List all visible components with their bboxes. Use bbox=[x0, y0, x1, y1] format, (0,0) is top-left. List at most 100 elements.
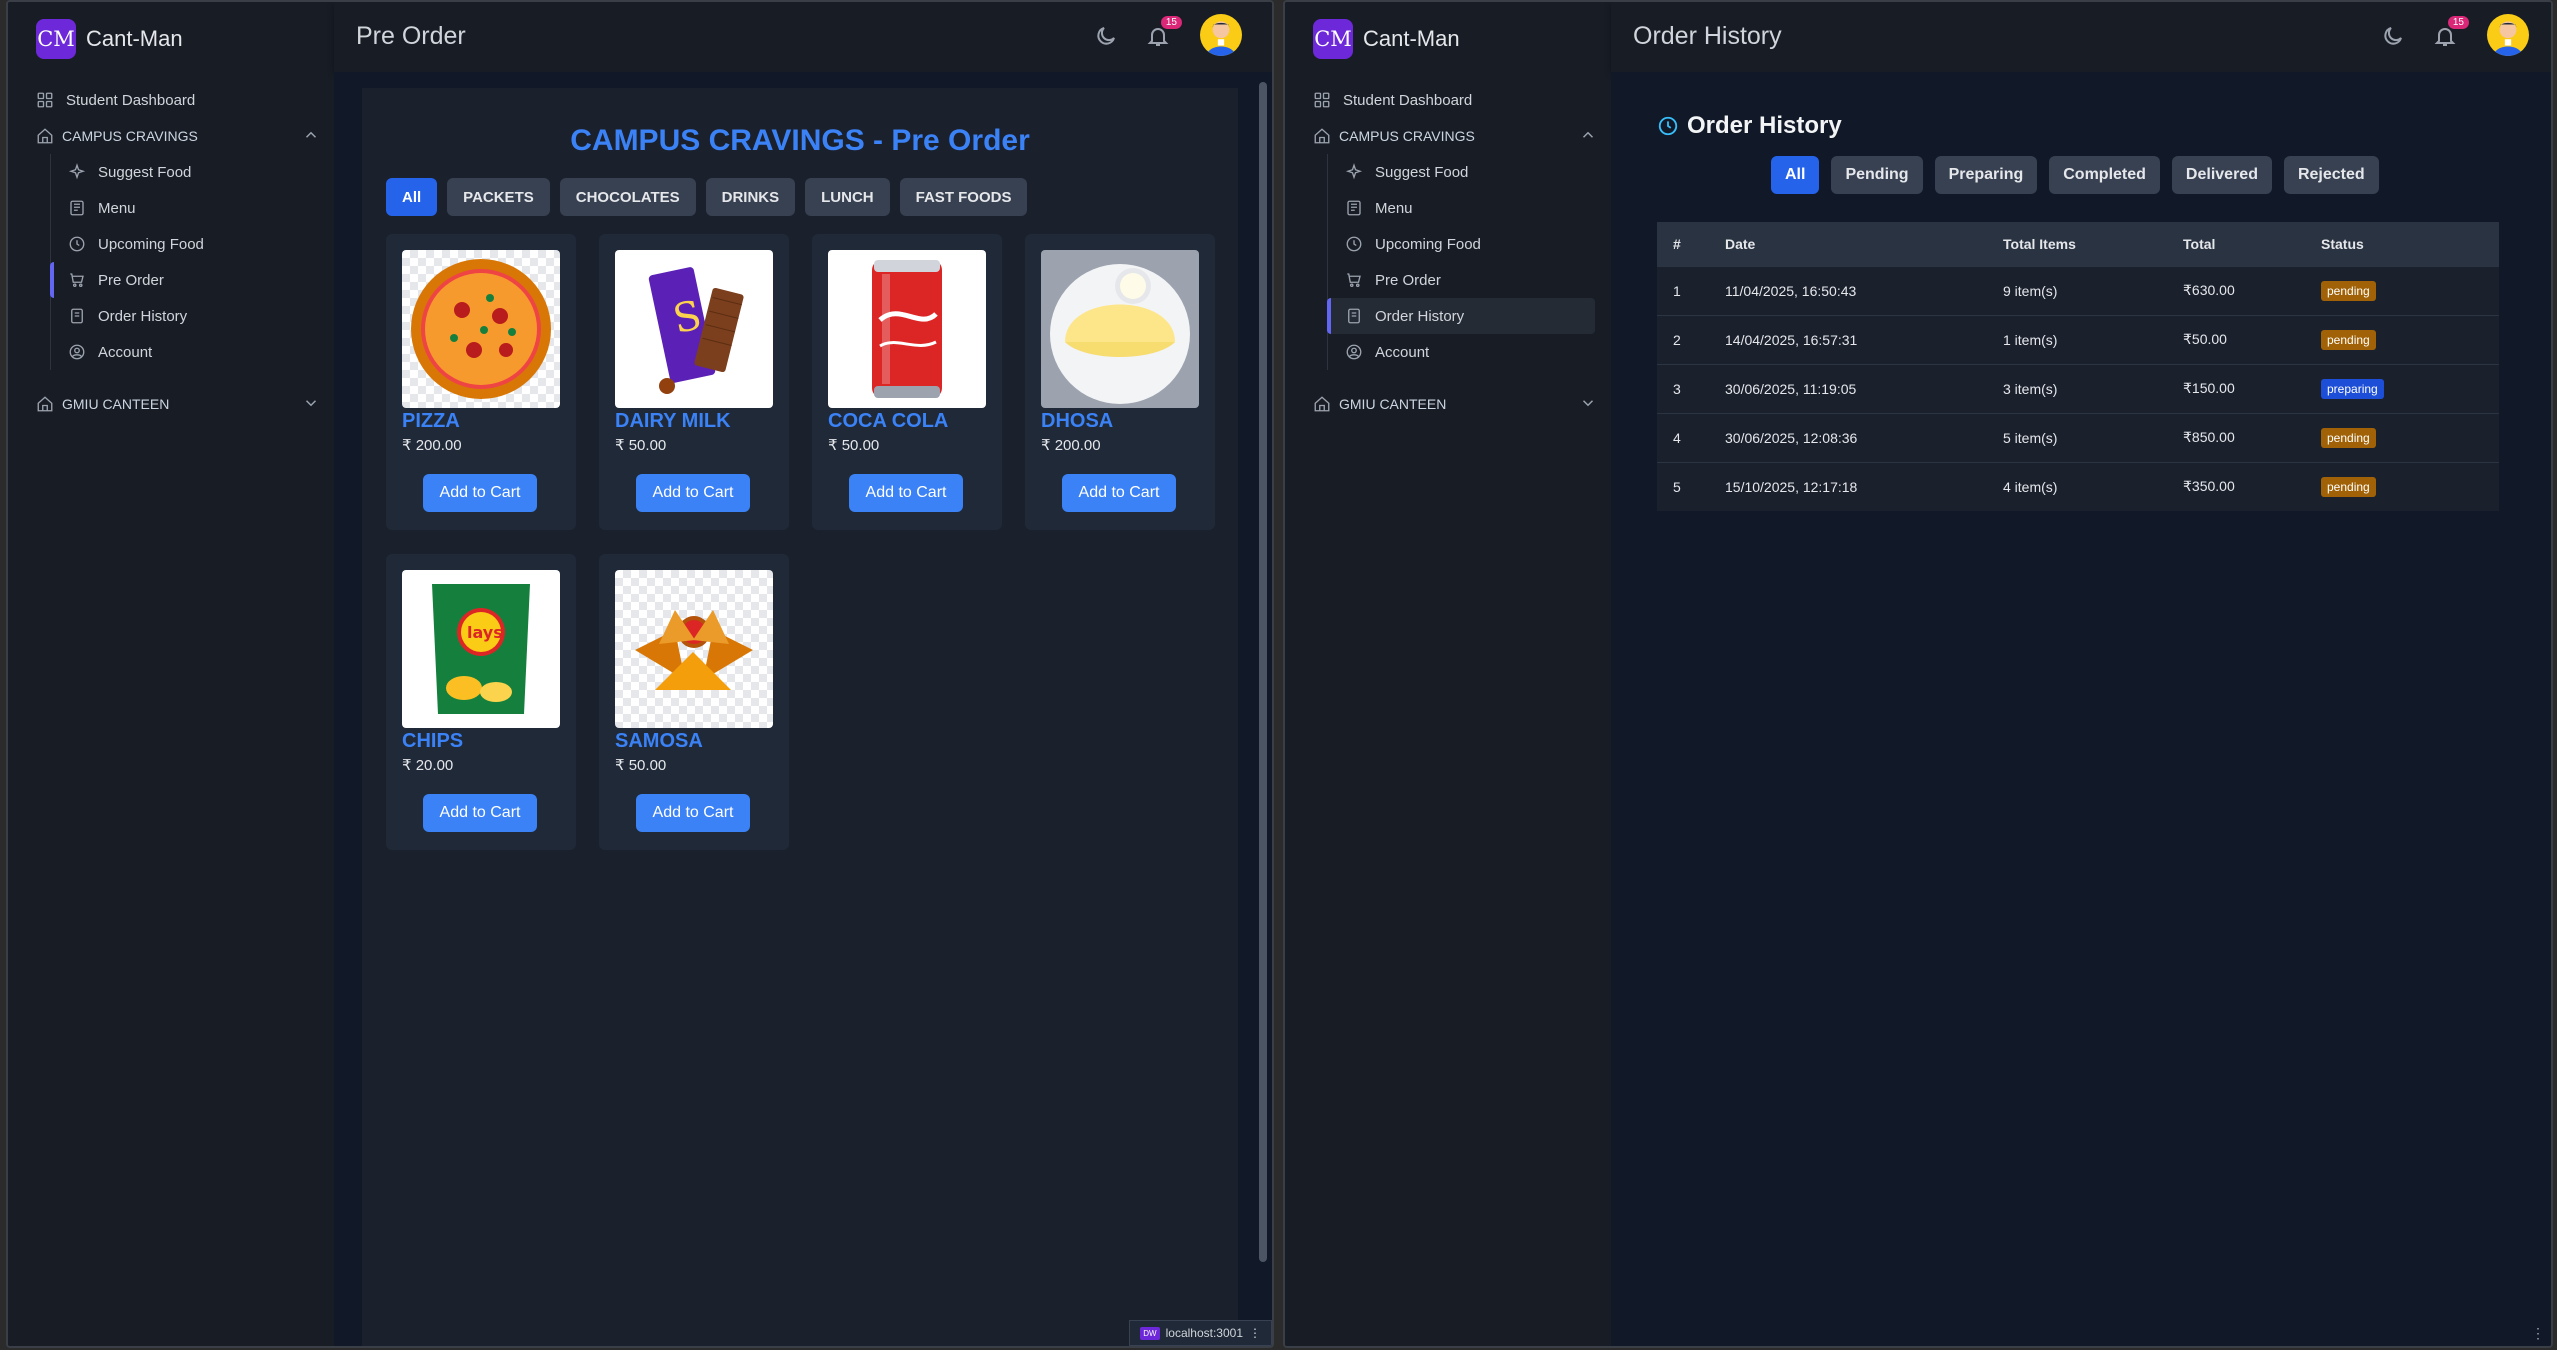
sidebar-section-gmiu-canteen[interactable]: GMIU CANTEEN bbox=[36, 386, 318, 422]
sidebar-item-label: Upcoming Food bbox=[1375, 235, 1481, 253]
add-to-cart-button[interactable]: Add to Cart bbox=[849, 474, 963, 512]
order-items: 1 item(s) bbox=[2003, 314, 2183, 364]
orders-table: # Date Total Items Total Status 1 11/04/… bbox=[1657, 222, 2499, 511]
status-badge: pending bbox=[2321, 329, 2376, 350]
chevron-down-icon bbox=[1579, 394, 1597, 415]
home-icon bbox=[36, 127, 54, 145]
category-tab-lunch[interactable]: LUNCH bbox=[805, 178, 890, 216]
filter-preparing[interactable]: Preparing bbox=[1934, 156, 2038, 194]
grid-icon bbox=[36, 91, 54, 109]
scrollbar[interactable] bbox=[1258, 82, 1268, 1316]
scrollbar-thumb[interactable] bbox=[1259, 82, 1267, 1262]
category-tab-fast-foods[interactable]: FAST FOODS bbox=[899, 178, 1028, 216]
table-row[interactable]: 1 11/04/2025, 16:50:43 9 item(s) ₹630.00… bbox=[1657, 265, 2499, 315]
sidebar-section-gmiu-canteen[interactable]: GMIU CANTEEN bbox=[1313, 386, 1595, 422]
app-name: Cant-Man bbox=[86, 26, 183, 51]
add-to-cart-button[interactable]: Add to Cart bbox=[423, 794, 537, 832]
bell-icon[interactable]: 15 bbox=[2429, 16, 2469, 52]
filter-delivered[interactable]: Delivered bbox=[2171, 156, 2272, 194]
sidebar-item-label: Order History bbox=[1375, 307, 1465, 325]
sidebar-item-label: Account bbox=[98, 343, 153, 361]
sidebar-section-campus-cravings[interactable]: CAMPUS CRAVINGS bbox=[36, 118, 318, 154]
app-logo[interactable]: CM Cant-Man bbox=[1313, 19, 1460, 59]
chevron-up-icon bbox=[302, 126, 320, 147]
table-header: # Date Total Items Total Status bbox=[1657, 222, 2499, 266]
more-vert-icon[interactable]: ⋮ bbox=[2531, 1325, 2545, 1342]
sidebar-nav: Student Dashboard CAMPUS CRAVINGS Sugges… bbox=[36, 82, 318, 422]
section-label: GMIU CANTEEN bbox=[1339, 396, 1447, 412]
moon-icon[interactable] bbox=[1090, 20, 1122, 52]
sidebar-item-menu[interactable]: Menu bbox=[1327, 190, 1595, 226]
sidebar-item-student-dashboard[interactable]: Student Dashboard bbox=[1313, 82, 1595, 118]
bell-icon[interactable]: 15 bbox=[1142, 16, 1182, 52]
sidebar-item-pre-order[interactable]: Pre Order bbox=[50, 262, 318, 298]
order-items: 5 item(s) bbox=[2003, 412, 2183, 462]
user-circle-icon bbox=[68, 343, 86, 361]
sidebar-item-label: Pre Order bbox=[98, 271, 164, 289]
product-name: SAMOSA bbox=[615, 730, 703, 752]
filter-rejected[interactable]: Rejected bbox=[2283, 156, 2379, 194]
samosa-image bbox=[615, 570, 773, 728]
window-order-history: CM Cant-Man Student Dashboard CAMPUS CRA… bbox=[1283, 0, 2553, 1348]
sidebar-item-upcoming-food[interactable]: Upcoming Food bbox=[50, 226, 318, 262]
order-total: ₹350.00 bbox=[2183, 461, 2321, 511]
table-row[interactable]: 3 30/06/2025, 11:19:05 3 item(s) ₹150.00… bbox=[1657, 363, 2499, 413]
category-tab-chocolates[interactable]: CHOCOLATES bbox=[559, 178, 696, 216]
filter-pending[interactable]: Pending bbox=[1831, 156, 1923, 194]
order-number: 2 bbox=[1657, 314, 1725, 364]
notification-badge: 15 bbox=[1160, 16, 1182, 29]
sidebar: CM Cant-Man Student Dashboard CAMPUS CRA… bbox=[1285, 2, 1611, 1346]
avatar[interactable] bbox=[2487, 14, 2529, 56]
home-icon bbox=[1313, 127, 1331, 145]
filter-completed[interactable]: Completed bbox=[2049, 156, 2160, 194]
sidebar-item-order-history[interactable]: Order History bbox=[50, 298, 318, 334]
category-tab-all[interactable]: All bbox=[386, 178, 438, 216]
sidebar-section-campus-cravings[interactable]: CAMPUS CRAVINGS bbox=[1313, 118, 1595, 154]
user-circle-icon bbox=[1345, 343, 1363, 361]
pizza-image bbox=[402, 250, 560, 408]
sidebar-item-pre-order[interactable]: Pre Order bbox=[1327, 262, 1595, 298]
sidebar-nav: Student Dashboard CAMPUS CRAVINGS Sugges… bbox=[1313, 82, 1595, 422]
status-badge: pending bbox=[2321, 280, 2376, 301]
sidebar-item-account[interactable]: Account bbox=[1327, 334, 1595, 370]
devtools-icon: DW bbox=[1140, 1326, 1160, 1340]
order-total: ₹50.00 bbox=[2183, 314, 2321, 364]
add-to-cart-button[interactable]: Add to Cart bbox=[423, 474, 537, 512]
product-name: COCA COLA bbox=[828, 410, 949, 432]
sidebar-item-label: Student Dashboard bbox=[1343, 91, 1473, 109]
pre-order-panel: CAMPUS CRAVINGS - Pre Order All PACKETS … bbox=[362, 88, 1238, 1346]
add-to-cart-button[interactable]: Add to Cart bbox=[1062, 474, 1176, 512]
order-number: 5 bbox=[1657, 461, 1725, 511]
order-date: 15/10/2025, 12:17:18 bbox=[1725, 461, 2003, 511]
sidebar-item-account[interactable]: Account bbox=[50, 334, 318, 370]
add-to-cart-button[interactable]: Add to Cart bbox=[636, 794, 750, 832]
sidebar-item-menu[interactable]: Menu bbox=[50, 190, 318, 226]
top-bar: Order History 15 bbox=[1611, 2, 2551, 72]
dhosa-image bbox=[1041, 250, 1199, 408]
order-number: 4 bbox=[1657, 412, 1725, 462]
logo-mark: CM bbox=[36, 19, 76, 59]
filter-all[interactable]: All bbox=[1771, 156, 1820, 194]
app-logo[interactable]: CM Cant-Man bbox=[36, 19, 183, 59]
book-icon bbox=[1345, 199, 1363, 217]
moon-icon[interactable] bbox=[2377, 20, 2409, 52]
sidebar-item-suggest-food[interactable]: Suggest Food bbox=[50, 154, 318, 190]
table-row[interactable]: 4 30/06/2025, 12:08:36 5 item(s) ₹850.00… bbox=[1657, 412, 2499, 462]
receipt-icon bbox=[1345, 307, 1363, 325]
add-to-cart-button[interactable]: Add to Cart bbox=[636, 474, 750, 512]
sidebar-item-upcoming-food[interactable]: Upcoming Food bbox=[1327, 226, 1595, 262]
category-tab-drinks[interactable]: DRINKS bbox=[705, 178, 796, 216]
column-header: Total bbox=[2183, 235, 2216, 252]
avatar[interactable] bbox=[1200, 14, 1242, 56]
category-tab-packets[interactable]: PACKETS bbox=[447, 178, 550, 216]
page-title: Pre Order bbox=[356, 22, 466, 50]
sidebar-item-student-dashboard[interactable]: Student Dashboard bbox=[36, 82, 318, 118]
table-row[interactable]: 5 15/10/2025, 12:17:18 4 item(s) ₹350.00… bbox=[1657, 461, 2499, 511]
sidebar-item-order-history[interactable]: Order History bbox=[1327, 298, 1595, 334]
sidebar-item-suggest-food[interactable]: Suggest Food bbox=[1327, 154, 1595, 190]
order-date: 30/06/2025, 11:19:05 bbox=[1725, 363, 2003, 413]
product-name: DHOSA bbox=[1041, 410, 1114, 432]
table-row[interactable]: 2 14/04/2025, 16:57:31 1 item(s) ₹50.00 … bbox=[1657, 314, 2499, 364]
home-icon bbox=[36, 395, 54, 413]
more-vert-icon[interactable]: ⋮ bbox=[1249, 1326, 1261, 1340]
